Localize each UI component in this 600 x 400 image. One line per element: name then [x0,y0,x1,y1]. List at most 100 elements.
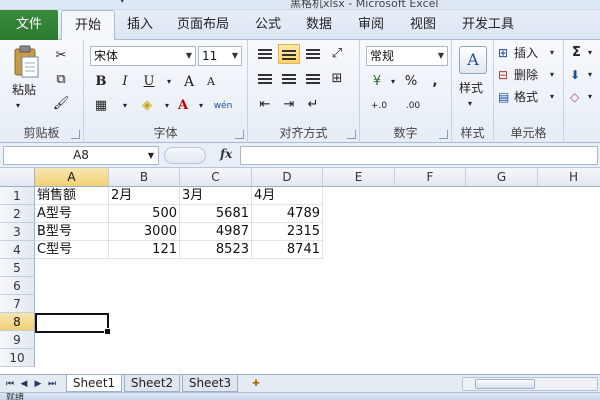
format-cells-icon[interactable]: ▤ [498,87,509,107]
column-header-c[interactable]: C [180,168,252,187]
column-header-d[interactable]: D [252,168,323,187]
next-sheet-icon[interactable]: ▶ [32,377,44,391]
bold-button[interactable]: B [90,72,112,92]
row-header-4[interactable]: 4 [0,241,35,259]
paste-button[interactable] [12,45,40,79]
fill-color-icon[interactable]: ◈ [136,96,158,116]
cell-d2[interactable]: 4789 [252,205,323,223]
phonetic-guide-button[interactable]: wén [212,96,234,116]
underline-button[interactable]: U [138,72,160,92]
delete-cells-button[interactable]: 删除 [514,65,538,85]
column-header-f[interactable]: F [395,168,466,187]
quick-access-dropdown-icon[interactable]: ▾ [120,0,125,6]
tab-developer[interactable]: 开发工具 [455,10,521,40]
last-sheet-icon[interactable]: ⏭ [46,377,58,391]
select-all-corner[interactable] [0,168,35,187]
borders-dropdown-icon[interactable]: ▾ [114,96,136,116]
name-box[interactable]: A8 ▼ [3,146,159,165]
formula-controls[interactable] [164,147,206,164]
sheet-tab-3[interactable]: Sheet3 [182,375,238,392]
number-launcher-icon[interactable] [439,130,448,139]
row-header-5[interactable]: 5 [0,259,35,277]
format-cells-button[interactable]: 格式 [514,87,538,107]
sheet-tab-1[interactable]: Sheet1 [66,375,122,392]
shrink-font-button[interactable]: A [200,72,222,92]
cell-d4[interactable]: 8741 [252,241,323,259]
align-top-icon[interactable] [254,44,276,64]
fill-dropdown-icon[interactable]: ▾ [588,65,592,85]
row-header-8[interactable]: 8 [0,313,35,331]
italic-button[interactable]: I [114,72,136,92]
tab-file[interactable]: 文件 [0,10,58,40]
sheet-tab-2[interactable]: Sheet2 [124,375,180,392]
alignment-launcher-icon[interactable] [347,130,356,139]
tab-insert[interactable]: 插入 [120,10,160,40]
decrease-indent-icon[interactable]: ⇤ [254,95,276,115]
align-center-icon[interactable] [278,69,300,89]
tab-review[interactable]: 审阅 [351,10,391,40]
cell-a3[interactable]: B型号 [35,223,109,241]
column-header-a[interactable]: A [35,168,109,187]
borders-icon[interactable]: ▦ [90,96,112,116]
tab-page-layout[interactable]: 页面布局 [170,10,236,40]
row-header-3[interactable]: 3 [0,223,35,241]
cell-a4[interactable]: C型号 [35,241,109,259]
tab-view[interactable]: 视图 [403,10,443,40]
copy-icon[interactable]: ⧉ [50,70,72,90]
decrease-decimal-button[interactable]: .00 [398,96,428,116]
comma-button[interactable]: , [424,72,446,92]
tab-formulas[interactable]: 公式 [248,10,288,40]
horizontal-scrollbar[interactable] [462,377,598,391]
cell-c2[interactable]: 5681 [180,205,252,223]
row-header-9[interactable]: 9 [0,331,35,349]
font-launcher-icon[interactable] [235,130,244,139]
grow-font-button[interactable]: A [178,72,200,92]
row-header-7[interactable]: 7 [0,295,35,313]
worksheet-grid[interactable]: A B C D E F G H 1 2 3 4 5 6 7 8 9 10 销售额… [0,168,600,374]
underline-dropdown-icon[interactable]: ▾ [158,72,180,92]
wrap-text-icon[interactable]: ↵ [302,95,324,115]
column-header-e[interactable]: E [323,168,395,187]
percent-button[interactable]: % [400,72,422,92]
cell-c4[interactable]: 8523 [180,241,252,259]
insert-dropdown-icon[interactable]: ▾ [550,43,554,63]
text-orientation-icon[interactable]: ⤢ [326,44,348,64]
insert-function-button[interactable]: fx [220,147,232,161]
row-header-2[interactable]: 2 [0,205,35,223]
first-sheet-icon[interactable]: ⏮ [4,377,16,391]
font-name-select[interactable]: 宋体 ▼ [90,46,196,66]
format-dropdown-icon[interactable]: ▾ [550,87,554,107]
align-right-icon[interactable] [302,69,324,89]
font-color-dropdown-icon[interactable]: ▾ [190,96,212,116]
clear-dropdown-icon[interactable]: ▾ [588,87,592,107]
cell-b3[interactable]: 3000 [109,223,180,241]
active-cell-a8[interactable] [35,313,111,335]
autosum-dropdown-icon[interactable]: ▾ [588,43,592,63]
formula-input[interactable] [240,146,598,165]
column-header-b[interactable]: B [109,168,180,187]
autosum-button[interactable]: Σ [572,43,581,63]
increase-indent-icon[interactable]: ⇥ [278,95,300,115]
row-header-10[interactable]: 10 [0,349,35,367]
align-bottom-icon[interactable] [302,44,324,64]
font-size-select[interactable]: 11 ▼ [198,46,242,66]
cell-b1[interactable]: 2月 [109,187,180,205]
delete-dropdown-icon[interactable]: ▾ [550,65,554,85]
cell-a1[interactable]: 销售额 [35,187,109,205]
cell-a2[interactable]: A型号 [35,205,109,223]
cell-d1[interactable]: 4月 [252,187,323,205]
styles-icon[interactable]: A [459,46,487,74]
insert-cells-icon[interactable]: ⊞ [498,43,508,63]
row-header-1[interactable]: 1 [0,187,35,205]
insert-cells-button[interactable]: 插入 [514,43,538,63]
tab-home[interactable]: 开始 [61,10,115,41]
prev-sheet-icon[interactable]: ◀ [18,377,30,391]
scrollbar-thumb[interactable] [475,379,535,389]
merge-center-icon[interactable]: ⊞ [326,69,348,89]
cut-icon[interactable]: ✂ [50,46,72,66]
tab-data[interactable]: 数据 [299,10,339,40]
align-left-icon[interactable] [254,69,276,89]
column-header-g[interactable]: G [466,168,538,187]
cell-c3[interactable]: 4987 [180,223,252,241]
format-painter-icon[interactable]: 🖌 [50,94,72,114]
